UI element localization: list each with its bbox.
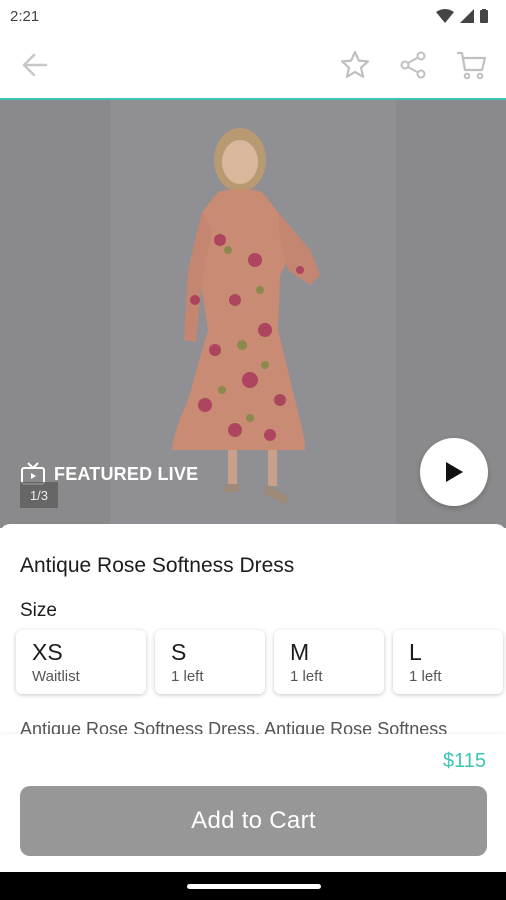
play-button[interactable] bbox=[420, 438, 488, 506]
favorite-button[interactable] bbox=[338, 48, 372, 82]
size-code: XS bbox=[32, 639, 63, 665]
arrow-left-icon bbox=[22, 53, 48, 77]
size-option-l[interactable]: L 1 left bbox=[393, 630, 503, 694]
featured-live-label: FEATURED LIVE bbox=[54, 463, 199, 484]
back-button[interactable] bbox=[18, 48, 52, 82]
size-stock-status: Waitlist bbox=[32, 668, 80, 685]
image-counter: 1/3 bbox=[20, 482, 58, 508]
size-option-s[interactable]: S 1 left bbox=[155, 630, 265, 694]
product-image-carousel[interactable]: FEATURED LIVE 1/3 bbox=[0, 100, 506, 528]
size-stock-status: 1 left bbox=[290, 668, 323, 685]
purchase-footer: $115 Add to Cart bbox=[0, 734, 506, 872]
home-gesture-handle[interactable] bbox=[187, 884, 321, 889]
size-stock-status: 1 left bbox=[171, 668, 204, 685]
star-icon bbox=[340, 50, 370, 78]
battery-icon bbox=[480, 9, 488, 23]
product-price: $115 bbox=[442, 750, 486, 772]
size-code: M bbox=[290, 639, 310, 665]
cart-icon bbox=[457, 51, 487, 80]
cart-button[interactable] bbox=[454, 48, 488, 82]
wifi-icon bbox=[436, 9, 454, 23]
signal-icon bbox=[460, 9, 474, 23]
size-options: XS Waitlist S 1 left M 1 left L 1 left bbox=[16, 630, 503, 694]
share-button[interactable] bbox=[396, 48, 430, 82]
size-option-m[interactable]: M 1 left bbox=[274, 630, 384, 694]
system-navigation-bar bbox=[0, 872, 506, 900]
share-icon bbox=[400, 51, 426, 79]
product-title: Antique Rose Softness Dress bbox=[20, 554, 295, 577]
app-bar bbox=[0, 32, 506, 100]
status-icons bbox=[436, 9, 488, 23]
size-heading: Size bbox=[20, 600, 57, 621]
product-details: Antique Rose Softness Dress Size XS Wait… bbox=[0, 524, 506, 734]
play-icon bbox=[446, 462, 463, 482]
size-code: L bbox=[409, 639, 422, 665]
size-stock-status: 1 left bbox=[409, 668, 442, 685]
status-bar: 2:21 bbox=[0, 0, 506, 32]
status-time: 2:21 bbox=[10, 7, 40, 25]
add-to-cart-button[interactable]: Add to Cart bbox=[20, 786, 487, 856]
size-code: S bbox=[171, 639, 187, 665]
size-option-xs[interactable]: XS Waitlist bbox=[16, 630, 146, 694]
product-description: Antique Rose Softness Dress. Antique Ros… bbox=[20, 719, 448, 734]
